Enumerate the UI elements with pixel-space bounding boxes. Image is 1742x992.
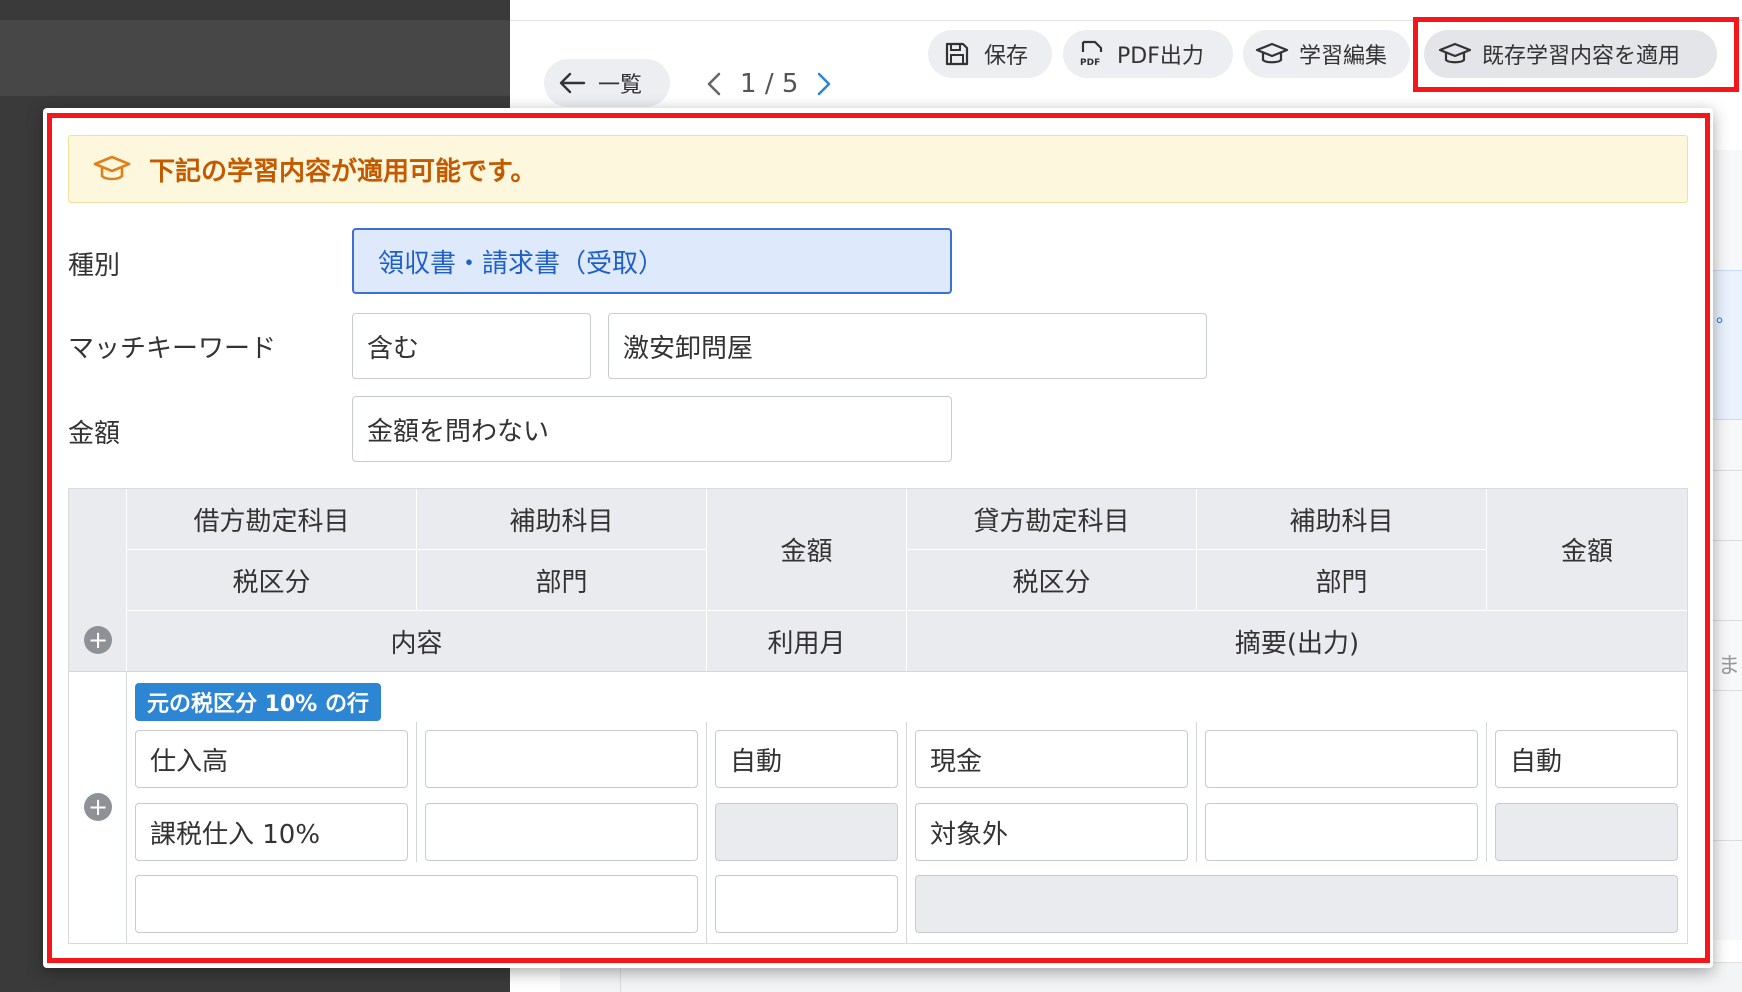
pager-separator: / bbox=[764, 69, 774, 99]
background-line bbox=[1713, 620, 1742, 621]
chevron-left-icon[interactable] bbox=[706, 71, 722, 97]
pager: 1 / 5 bbox=[706, 62, 832, 106]
background-dark-header bbox=[0, 20, 510, 96]
pdf-file-icon: PDF bbox=[1080, 40, 1103, 68]
background-right-pane bbox=[1712, 150, 1742, 940]
graduation-cap-icon bbox=[1255, 42, 1289, 64]
edit-learning-label: 学習編集 bbox=[1299, 44, 1388, 69]
floppy-disk-icon bbox=[945, 42, 969, 66]
background-highlight bbox=[1713, 270, 1742, 420]
highlight-box-panel bbox=[47, 113, 1710, 963]
pager-text: 1 / 5 bbox=[740, 69, 798, 99]
background-line bbox=[1713, 840, 1742, 841]
pager-total: 5 bbox=[781, 69, 799, 99]
background-line bbox=[1713, 690, 1742, 691]
background-partial-text: ま bbox=[1718, 654, 1741, 679]
highlight-box-toolbar bbox=[1413, 17, 1739, 92]
save-button[interactable]: 保存 bbox=[928, 30, 1052, 78]
background-line bbox=[1713, 470, 1742, 471]
back-label: 一覧 bbox=[598, 73, 643, 98]
edit-learning-button[interactable]: 学習編集 bbox=[1243, 30, 1410, 78]
back-to-list-button[interactable]: 一覧 bbox=[544, 59, 670, 107]
pdf-export-button[interactable]: PDF PDF出力 bbox=[1063, 30, 1233, 78]
background-line bbox=[1713, 540, 1742, 541]
arrow-left-icon bbox=[559, 72, 586, 94]
save-label: 保存 bbox=[984, 44, 1029, 69]
background-partial-dot: 。 bbox=[1716, 306, 1734, 327]
pager-current: 1 bbox=[740, 69, 757, 99]
chevron-right-icon[interactable] bbox=[816, 71, 832, 97]
svg-text:PDF: PDF bbox=[1080, 58, 1100, 68]
pdf-label: PDF出力 bbox=[1117, 44, 1204, 69]
